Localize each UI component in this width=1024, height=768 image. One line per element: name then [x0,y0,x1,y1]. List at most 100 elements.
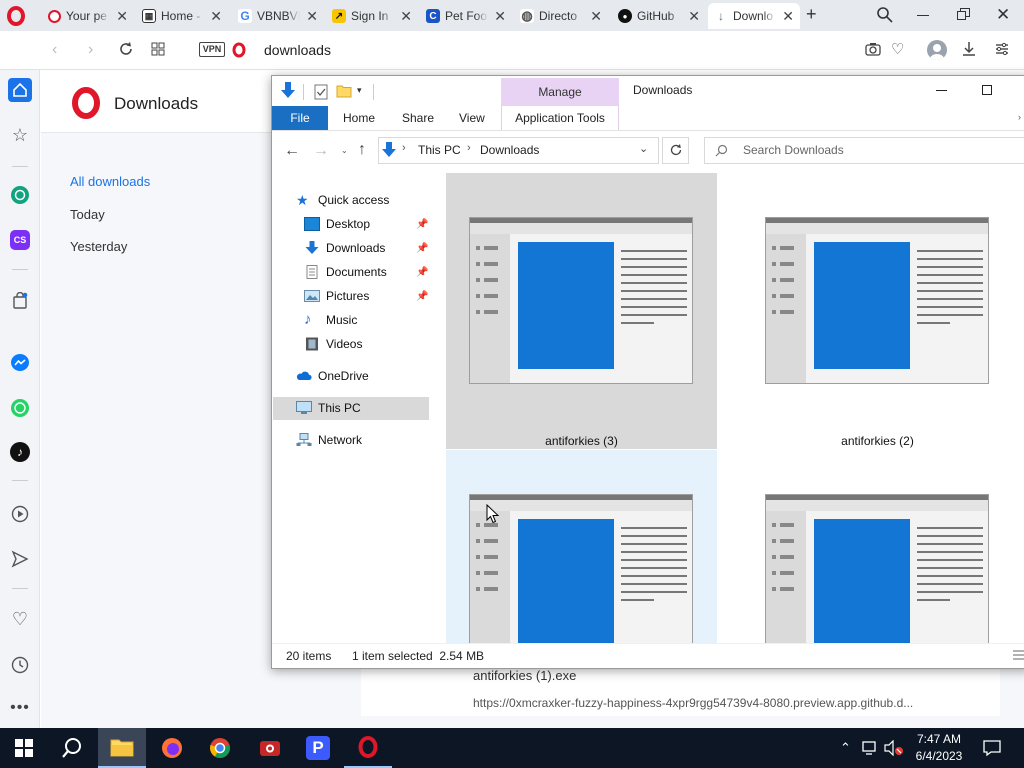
pin-icon[interactable]: 📌 [416,267,428,278]
explorer-maximize-icon[interactable] [982,85,992,95]
chatsonic-icon[interactable]: CS [8,228,32,252]
reload-icon[interactable] [117,40,135,58]
pin-icon[interactable]: 📌 [416,219,428,230]
player-icon[interactable] [8,502,32,526]
properties-icon[interactable] [314,84,328,100]
easy-setup-icon[interactable] [995,42,1009,56]
new-tab-button[interactable]: + [806,4,817,25]
tab-vbnbvi[interactable]: G VBNBVI ✕ [232,3,324,29]
opera-taskbar-icon[interactable] [344,728,392,768]
download-item-url[interactable]: https://0xmcraxker-fuzzy-happiness-4xpr9… [473,696,913,710]
close-tab-icon[interactable]: ✕ [306,8,318,25]
nav-music[interactable]: ♪ Music [304,309,357,331]
profile-avatar-icon[interactable] [927,40,947,60]
close-tab-icon[interactable]: ✕ [590,8,602,25]
up-arrow-icon[interactable]: ↑ [358,141,366,159]
nav-downloads[interactable]: Downloads [304,237,385,259]
chrome-taskbar-icon[interactable] [196,728,244,768]
filter-all-downloads[interactable]: All downloads [70,174,150,189]
file-tile[interactable]: antiforkies (2) [742,173,1013,449]
opera-menu-icon[interactable] [6,6,26,26]
filter-yesterday[interactable]: Yesterday [70,239,127,254]
more-icon[interactable]: ••• [8,696,32,720]
filter-today[interactable]: Today [70,207,105,222]
pin-icon[interactable]: 📌 [416,243,428,254]
notifications-icon[interactable] [983,739,1001,757]
network-tray-icon[interactable] [862,740,880,756]
nav-this-pc[interactable]: This PC [296,397,361,419]
tab-downloads[interactable]: ↓ Downlo ✕ [708,3,800,29]
file-explorer-taskbar-icon[interactable] [98,728,146,768]
close-tab-icon[interactable]: ✕ [688,8,700,25]
tab-home[interactable]: ▦ Home - ✕ [136,3,228,29]
recent-locations-icon[interactable]: ⌄ [341,146,348,155]
breadcrumb-this-pc[interactable]: This PC [418,143,461,157]
close-tab-icon[interactable]: ✕ [494,8,506,25]
refresh-icon[interactable] [669,143,683,157]
favorites-heart-icon[interactable]: ♡ [8,607,32,631]
close-tab-icon[interactable]: ✕ [782,8,794,25]
address-dropdown-icon[interactable]: ⌄ [639,142,648,155]
nav-quick-access[interactable]: ★ Quick access [296,189,389,211]
p-app-taskbar-icon[interactable]: P [294,728,342,768]
search-tabs-icon[interactable] [876,6,894,24]
tab-pet-food[interactable]: C Pet Foo ✕ [420,3,512,29]
screen-recorder-taskbar-icon[interactable] [246,728,294,768]
speed-dial-icon[interactable] [151,42,165,56]
file-tile[interactable]: antiforkies (3) [446,173,717,449]
download-item-name[interactable]: antiforkies (1).exe [473,668,576,683]
downloads-icon[interactable] [961,41,977,57]
snapshot-icon[interactable] [865,42,881,56]
tab-your-page[interactable]: Your pe ✕ [42,3,134,29]
ribbon-collapse-icon[interactable]: › [1018,112,1021,122]
chatgpt-icon[interactable] [8,183,32,207]
tab-github[interactable]: ● GitHub ✕ [612,3,706,29]
ribbon-tab-home[interactable]: Home [343,106,375,130]
ribbon-tab-file[interactable]: File [272,106,328,130]
file-tile[interactable] [446,450,717,643]
tiktok-icon[interactable]: ♪ [8,440,32,464]
explorer-minimize-icon[interactable] [936,90,947,91]
ribbon-tab-share[interactable]: Share [402,106,434,130]
nav-documents[interactable]: Documents [304,261,387,283]
show-hidden-icons[interactable]: ⌃ [840,740,851,756]
tab-sign-in[interactable]: ↗ Sign In ✕ [326,3,418,29]
shopping-bag-icon[interactable] [8,289,32,313]
star-icon[interactable]: ☆ [8,123,32,147]
firefox-taskbar-icon[interactable] [148,728,196,768]
close-tab-icon[interactable]: ✕ [210,8,222,25]
search-input[interactable]: Search Downloads [743,143,844,157]
heart-icon[interactable]: ♡ [891,40,904,58]
close-tab-icon[interactable]: ✕ [400,8,412,25]
details-view-icon[interactable] [1012,649,1024,661]
ribbon-tab-view[interactable]: View [459,106,485,130]
nav-videos[interactable]: Videos [304,333,362,355]
nav-desktop[interactable]: Desktop [304,213,370,235]
breadcrumb-downloads[interactable]: Downloads [480,143,539,157]
clock-time[interactable]: 7:47 AM [912,732,966,746]
ribbon-tab-application-tools[interactable]: Application Tools [501,106,619,130]
vpn-badge[interactable]: VPN [199,42,225,57]
whatsapp-icon[interactable] [8,396,32,420]
nav-network[interactable]: Network [296,429,362,451]
start-button[interactable] [0,728,48,768]
nav-pictures[interactable]: Pictures [304,285,369,307]
customize-toolbar-icon[interactable]: ▾ [357,85,362,96]
nav-onedrive[interactable]: OneDrive [296,365,369,387]
messenger-icon[interactable] [8,351,32,375]
home-icon[interactable] [8,78,32,102]
new-folder-icon[interactable] [336,84,352,98]
minimize-icon[interactable] [917,15,929,16]
close-window-icon[interactable]: ✕ [996,5,1010,25]
pin-icon[interactable]: 📌 [416,291,428,302]
close-tab-icon[interactable]: ✕ [116,8,128,25]
restore-icon[interactable] [957,8,970,20]
search-taskbar-icon[interactable] [48,728,96,768]
address-input[interactable]: downloads [264,42,331,58]
send-icon[interactable] [8,547,32,571]
file-tile[interactable] [742,450,1013,643]
forward-icon[interactable]: › [88,41,93,59]
tab-directory[interactable]: ◍ Directo ✕ [514,3,608,29]
back-icon[interactable]: ‹ [52,41,57,59]
back-arrow-icon[interactable]: ← [284,142,300,160]
